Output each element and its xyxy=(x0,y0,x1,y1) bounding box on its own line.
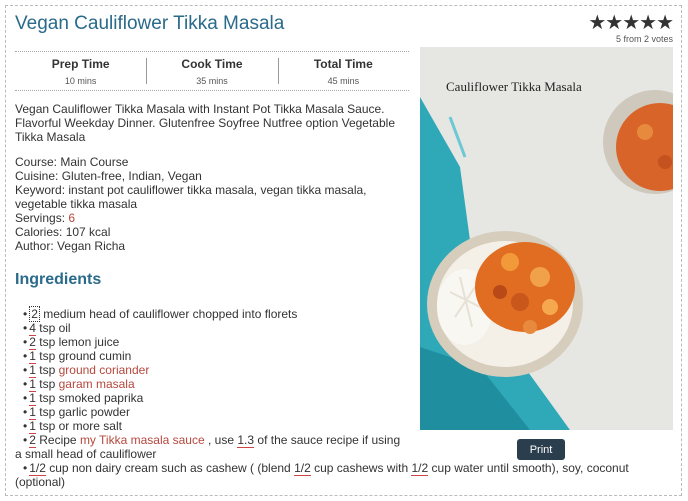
bullet-icon: • xyxy=(23,391,28,405)
ingredient-qty[interactable]: 1.3 xyxy=(237,433,255,448)
ingredient-qty[interactable]: 1 xyxy=(29,363,36,378)
ingredient-unit: tsp xyxy=(39,419,56,433)
meta-calories-value: 107 kcal xyxy=(65,225,111,239)
servings-adjuster[interactable]: 6 xyxy=(68,211,75,225)
recipe-summary: Vegan Cauliflower Tikka Masala with Inst… xyxy=(15,102,395,144)
ingredient-name: smoked paprika xyxy=(58,391,144,405)
ingredient-unit: tsp xyxy=(39,363,56,377)
ingredient-item: • 1/2 cup non dairy cream such as cashew … xyxy=(15,461,655,489)
meta-servings: Servings: 6 xyxy=(15,211,415,225)
recipe-rating: ★★★★★ 5 from 2 votes xyxy=(588,13,674,44)
meta-keyword-value: instant pot cauliflower tikka masala, ve… xyxy=(15,183,367,211)
ingredient-text: non dairy cream such as cashew ( (blend xyxy=(71,461,291,475)
ingredient-qty[interactable]: 1 xyxy=(29,391,36,406)
ingredient-unit: tsp xyxy=(39,349,56,363)
meta-keyword: Keyword: instant pot cauliflower tikka m… xyxy=(15,183,415,211)
ingredient-unit: Recipe xyxy=(39,433,77,447)
ingredient-name: medium head of cauliflower chopped into … xyxy=(43,307,298,321)
recipe-meta: Course: Main Course Cuisine: Gluten-free… xyxy=(15,155,415,253)
ingredient-link[interactable]: my Tikka masala sauce xyxy=(80,433,205,447)
ingredients-heading: Ingredients xyxy=(15,271,102,288)
ingredient-text: cup cashews with xyxy=(314,461,409,475)
meta-author-label: Author: xyxy=(15,239,54,253)
meta-author-value: Vegan Richa xyxy=(57,239,126,253)
recipe-photo: Cauliflower Tikka Masala xyxy=(420,47,673,430)
ingredient-unit: cup xyxy=(49,461,69,475)
cook-time-label: Cook Time xyxy=(181,57,243,71)
ingredient-qty[interactable]: 1 xyxy=(29,377,36,392)
bullet-icon: • xyxy=(23,307,28,321)
photo-caption: Cauliflower Tikka Masala xyxy=(446,79,582,94)
ingredient-qty[interactable]: 1/2 xyxy=(294,461,311,476)
ingredient-qty[interactable]: 2 xyxy=(29,335,36,350)
ingredient-qty[interactable]: 2 xyxy=(29,433,36,448)
ingredient-name: or more salt xyxy=(58,419,122,433)
ingredient-unit: tsp xyxy=(39,391,56,405)
ingredient-name: oil xyxy=(58,321,71,335)
total-time-label: Total Time xyxy=(313,57,373,71)
bullet-icon: • xyxy=(23,349,28,363)
ingredient-qty[interactable]: 4 xyxy=(29,321,36,336)
ingredient-unit: tsp xyxy=(39,321,56,335)
print-button[interactable]: Print xyxy=(517,439,565,460)
bullet-icon: • xyxy=(23,419,28,433)
meta-author: Author: Vegan Richa xyxy=(15,239,415,253)
rating-votes: 5 from 2 votes xyxy=(615,34,673,44)
meta-course: Course: Main Course xyxy=(15,155,415,169)
ingredient-unit: tsp xyxy=(39,405,56,419)
meta-servings-label: Servings: xyxy=(15,211,66,225)
ingredient-qty[interactable]: 1/2 xyxy=(29,461,46,476)
meta-cuisine-value: Gluten-free, Indian, Vegan xyxy=(61,169,202,183)
prep-time-value: 10 mins xyxy=(64,76,97,86)
meta-course-value: Main Course xyxy=(60,155,129,169)
ingredient-qty[interactable]: 2 xyxy=(29,306,40,322)
ingredient-link[interactable]: garam masala xyxy=(59,377,135,391)
bullet-icon: • xyxy=(23,377,28,391)
ingredient-name: ground cumin xyxy=(58,349,132,363)
bullet-icon: • xyxy=(23,461,28,475)
total-time: Total Time 45 mins xyxy=(277,52,409,90)
meta-course-label: Course: xyxy=(15,155,58,169)
bullet-icon: • xyxy=(23,433,28,447)
prep-time: Prep Time 10 mins xyxy=(15,52,146,90)
ingredient-unit: tsp xyxy=(39,335,56,349)
ingredient-name: garlic powder xyxy=(58,405,130,419)
ingredient-qty[interactable]: 1 xyxy=(29,349,36,364)
ingredient-link[interactable]: ground coriander xyxy=(59,363,150,377)
cook-time: Cook Time 35 mins xyxy=(146,52,277,90)
bullet-icon: • xyxy=(23,321,28,335)
meta-cuisine: Cuisine: Gluten-free, Indian, Vegan xyxy=(15,169,415,183)
total-time-value: 45 mins xyxy=(327,76,360,86)
meta-calories: Calories: 107 kcal xyxy=(15,225,415,239)
rating-stars[interactable]: ★★★★★ xyxy=(588,13,674,33)
bullet-icon: • xyxy=(23,405,28,419)
recipe-title: Vegan Cauliflower Tikka Masala xyxy=(15,13,285,34)
ingredient-name: lemon juice xyxy=(58,335,120,349)
ingredient-qty[interactable]: 1 xyxy=(29,419,36,434)
recipe-times: Prep Time 10 mins Cook Time 35 mins Tota… xyxy=(15,51,409,91)
bullet-icon: • xyxy=(23,335,28,349)
cook-time-value: 35 mins xyxy=(196,76,228,86)
ingredient-qty[interactable]: 1/2 xyxy=(411,461,429,476)
recipe-photo-art: Cauliflower Tikka Masala xyxy=(420,47,673,430)
ingredient-unit: tsp xyxy=(39,377,56,391)
ingredient-item: • 2 Recipe my Tikka masala sauce , use 1.… xyxy=(15,433,405,461)
ingredient-text: , use xyxy=(208,433,235,447)
meta-cuisine-label: Cuisine: xyxy=(15,169,59,183)
meta-keyword-label: Keyword: xyxy=(15,183,66,197)
ingredient-qty[interactable]: 1 xyxy=(29,405,36,420)
bullet-icon: • xyxy=(23,363,28,377)
prep-time-label: Prep Time xyxy=(51,57,110,71)
meta-calories-label: Calories: xyxy=(15,225,63,239)
